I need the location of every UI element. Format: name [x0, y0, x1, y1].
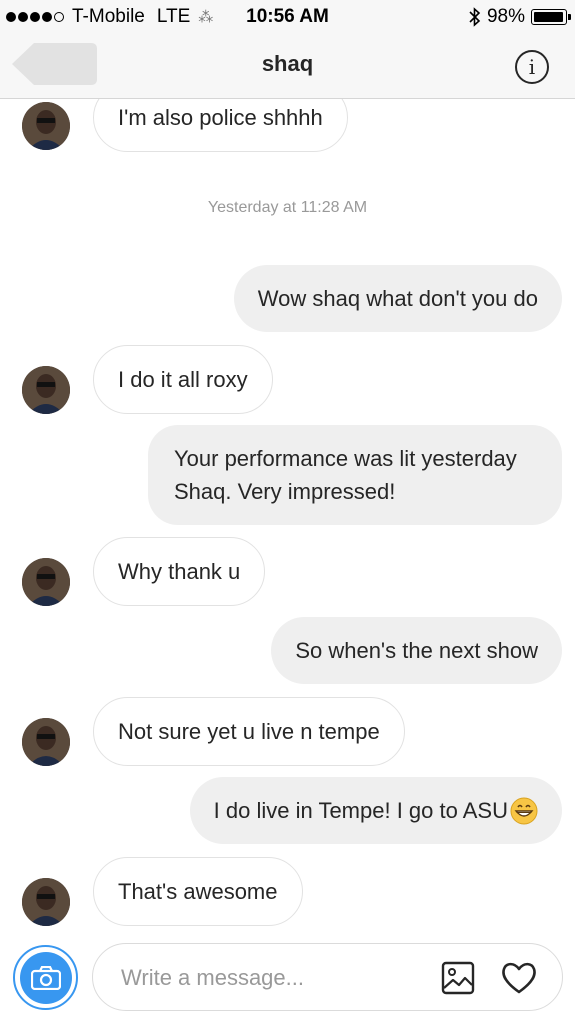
conversation-title[interactable]: shaq	[0, 51, 575, 77]
avatar-image	[22, 366, 70, 414]
image-gallery-icon[interactable]	[441, 961, 475, 995]
avatar-image	[22, 102, 70, 150]
avatar-image	[22, 878, 70, 926]
camera-glyph	[30, 965, 61, 990]
message-input[interactable]	[121, 962, 421, 994]
info-icon[interactable]: i	[515, 50, 549, 84]
avatar-image	[22, 558, 70, 606]
message-input-wrapper	[92, 943, 563, 1011]
message-text: I do live in Tempe! I go to ASU	[213, 798, 508, 823]
camera-icon	[19, 951, 72, 1004]
status-bar: T-Mobile LTE ⁂ 10:56 AM 98%	[0, 0, 575, 34]
message-composer	[0, 939, 575, 1024]
status-right: 98%	[469, 6, 571, 28]
conversation-header: shaq i	[0, 34, 575, 99]
incoming-message-bubble[interactable]: I'm also police shhhh	[93, 99, 348, 152]
outgoing-message-bubble[interactable]: Wow shaq what don't you do	[233, 265, 562, 332]
avatar[interactable]	[22, 366, 70, 414]
info-glyph: i	[528, 55, 536, 79]
incoming-message-bubble[interactable]: Not sure yet u live n tempe	[93, 697, 405, 766]
message-thread[interactable]: I'm also police shhhh Yesterday at 11:28…	[0, 99, 575, 939]
message-timestamp: Yesterday at 11:28 AM	[207, 199, 368, 216]
battery-fill	[534, 12, 564, 22]
avatar[interactable]	[22, 878, 70, 926]
grinning-face-icon	[510, 797, 538, 824]
avatar[interactable]	[22, 558, 70, 606]
incoming-message-bubble[interactable]: I do it all roxy	[93, 345, 273, 414]
avatar[interactable]	[22, 102, 70, 150]
outgoing-message-bubble[interactable]: So when's the next show	[271, 617, 562, 684]
avatar-image	[22, 718, 70, 766]
incoming-message-bubble[interactable]: That's awesome	[93, 857, 303, 926]
outgoing-message-bubble[interactable]: I do live in Tempe! I go to ASU	[189, 777, 562, 844]
outgoing-message-bubble[interactable]: Your performance was lit yesterday Shaq.…	[148, 425, 562, 525]
bluetooth-icon	[469, 7, 481, 27]
battery-percent: 98%	[486, 6, 525, 27]
incoming-message-bubble[interactable]: Why thank u	[93, 537, 266, 606]
avatar[interactable]	[22, 718, 70, 766]
camera-button[interactable]	[13, 945, 78, 1010]
battery-icon	[531, 9, 571, 25]
heart-icon[interactable]	[500, 959, 538, 997]
